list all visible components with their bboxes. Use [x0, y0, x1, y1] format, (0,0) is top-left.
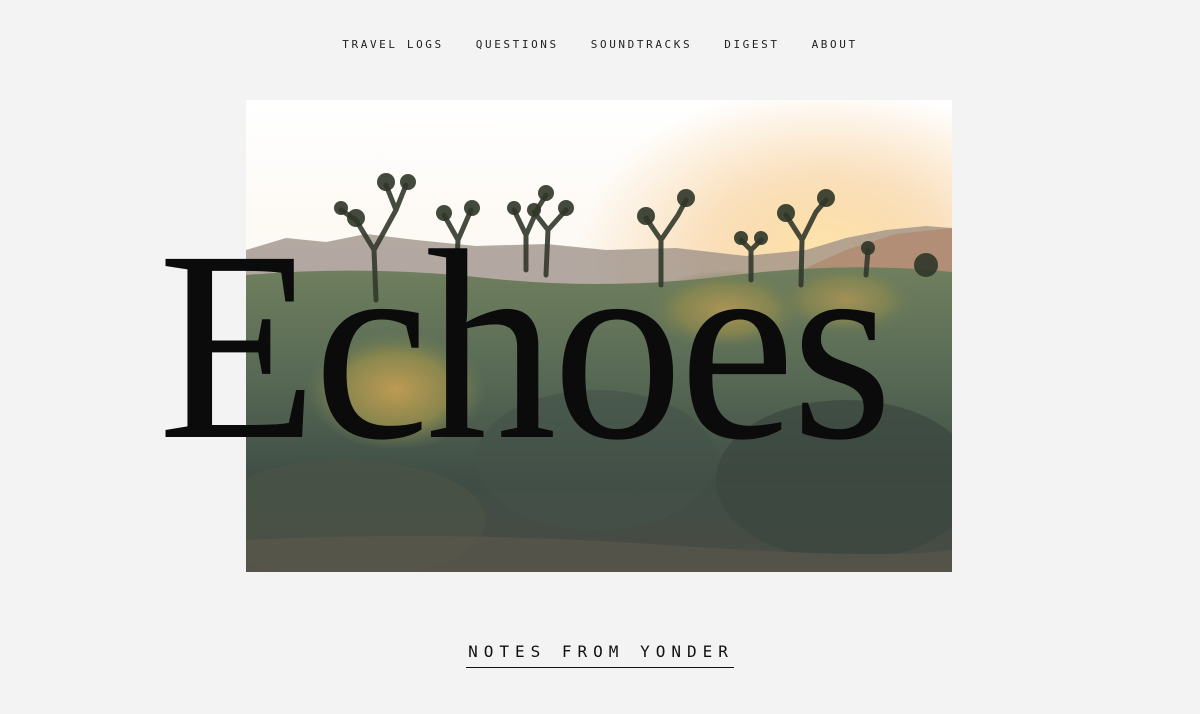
- main-nav: TRAVEL LOGS QUESTIONS SOUNDTRACKS DIGEST…: [0, 38, 1200, 51]
- notes-from-yonder-link[interactable]: NOTES FROM YONDER: [466, 642, 734, 668]
- nav-link-travel-logs[interactable]: TRAVEL LOGS: [342, 38, 443, 51]
- nav-link-questions[interactable]: QUESTIONS: [476, 38, 559, 51]
- tagline-container: NOTES FROM YONDER: [0, 642, 1200, 668]
- hero-title: Echoes: [158, 195, 893, 496]
- nav-link-soundtracks[interactable]: SOUNDTRACKS: [591, 38, 692, 51]
- nav-link-about[interactable]: ABOUT: [812, 38, 858, 51]
- nav-link-digest[interactable]: DIGEST: [724, 38, 779, 51]
